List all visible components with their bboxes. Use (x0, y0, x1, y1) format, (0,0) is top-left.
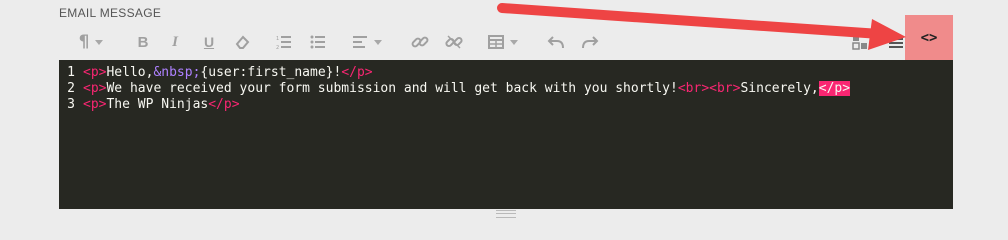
code-text: Hello, (106, 65, 154, 80)
code-entity: &nbsp; (153, 65, 201, 80)
merge-tags-button[interactable] (885, 24, 907, 60)
eraser-icon (235, 35, 250, 49)
code-text: We have received your form submission an… (106, 81, 678, 96)
redo-button[interactable] (579, 24, 601, 60)
line-number: 3 (67, 97, 75, 112)
chevron-down-icon (510, 39, 518, 45)
unordered-list-button[interactable] (307, 24, 329, 60)
table-icon (488, 35, 504, 49)
link-icon (411, 36, 429, 48)
align-left-icon (353, 36, 367, 48)
paragraph-format-button[interactable]: ¶ (67, 24, 115, 60)
chevron-down-icon (95, 39, 104, 45)
link-button[interactable] (409, 24, 431, 60)
redo-icon (582, 36, 599, 49)
code-editor[interactable]: 1 <p>Hello,&nbsp;{user:first_name}!</p> 2 <… (59, 60, 953, 209)
code-icon: <> (920, 29, 938, 46)
ordered-list-icon: 12 (276, 36, 291, 50)
field-label: EMAIL MESSAGE (59, 6, 162, 20)
code-tag: <p> (83, 97, 107, 112)
underline-button[interactable]: U (199, 24, 219, 60)
line-number: 1 (67, 65, 75, 80)
bold-button[interactable]: B (133, 24, 153, 60)
code-line[interactable]: 2 <p>We have received your form submissio… (59, 81, 851, 97)
code-tag: <p> (83, 81, 107, 96)
code-text: {user:first_name}! (200, 65, 342, 80)
media-button[interactable] (849, 24, 871, 60)
undo-button[interactable] (545, 24, 567, 60)
svg-text:1: 1 (276, 36, 279, 42)
code-view-button[interactable]: <> (905, 15, 953, 60)
italic-icon: I (172, 33, 178, 50)
chevron-down-icon (374, 39, 382, 45)
unlink-icon (445, 35, 463, 49)
svg-text:2: 2 (276, 45, 279, 50)
code-text: The WP Ninjas (106, 97, 209, 112)
align-button[interactable] (345, 24, 389, 60)
ordered-list-button[interactable]: 12 (273, 24, 295, 60)
undo-icon (547, 36, 564, 49)
code-tag: <p> (83, 65, 107, 80)
unlink-button[interactable] (443, 24, 465, 60)
code-text: Sincerely, (740, 81, 819, 96)
clear-format-button[interactable] (231, 24, 253, 60)
bold-icon: B (137, 33, 149, 51)
editor-toolbar: ¶ B I U 12 <> (59, 15, 953, 60)
paragraph-icon: ¶ (78, 32, 90, 52)
code-line[interactable]: 1 <p>Hello,&nbsp;{user:first_name}!</p> (59, 65, 373, 81)
media-icon (852, 35, 867, 50)
unordered-list-icon (310, 35, 325, 49)
code-tag: </p> (341, 65, 373, 80)
code-tag: </p> (208, 97, 240, 112)
italic-button[interactable]: I (165, 24, 185, 60)
resize-handle[interactable] (496, 210, 516, 218)
code-tag: <br> (677, 81, 710, 96)
merge-tags-icon (889, 37, 903, 48)
code-tag: <br> (709, 81, 741, 96)
line-number: 2 (67, 81, 75, 96)
table-button[interactable] (481, 24, 525, 60)
code-line[interactable]: 3 <p>The WP Ninjas</p> (59, 97, 240, 113)
code-tag: </p> (818, 81, 851, 96)
underline-icon: U (203, 34, 215, 50)
